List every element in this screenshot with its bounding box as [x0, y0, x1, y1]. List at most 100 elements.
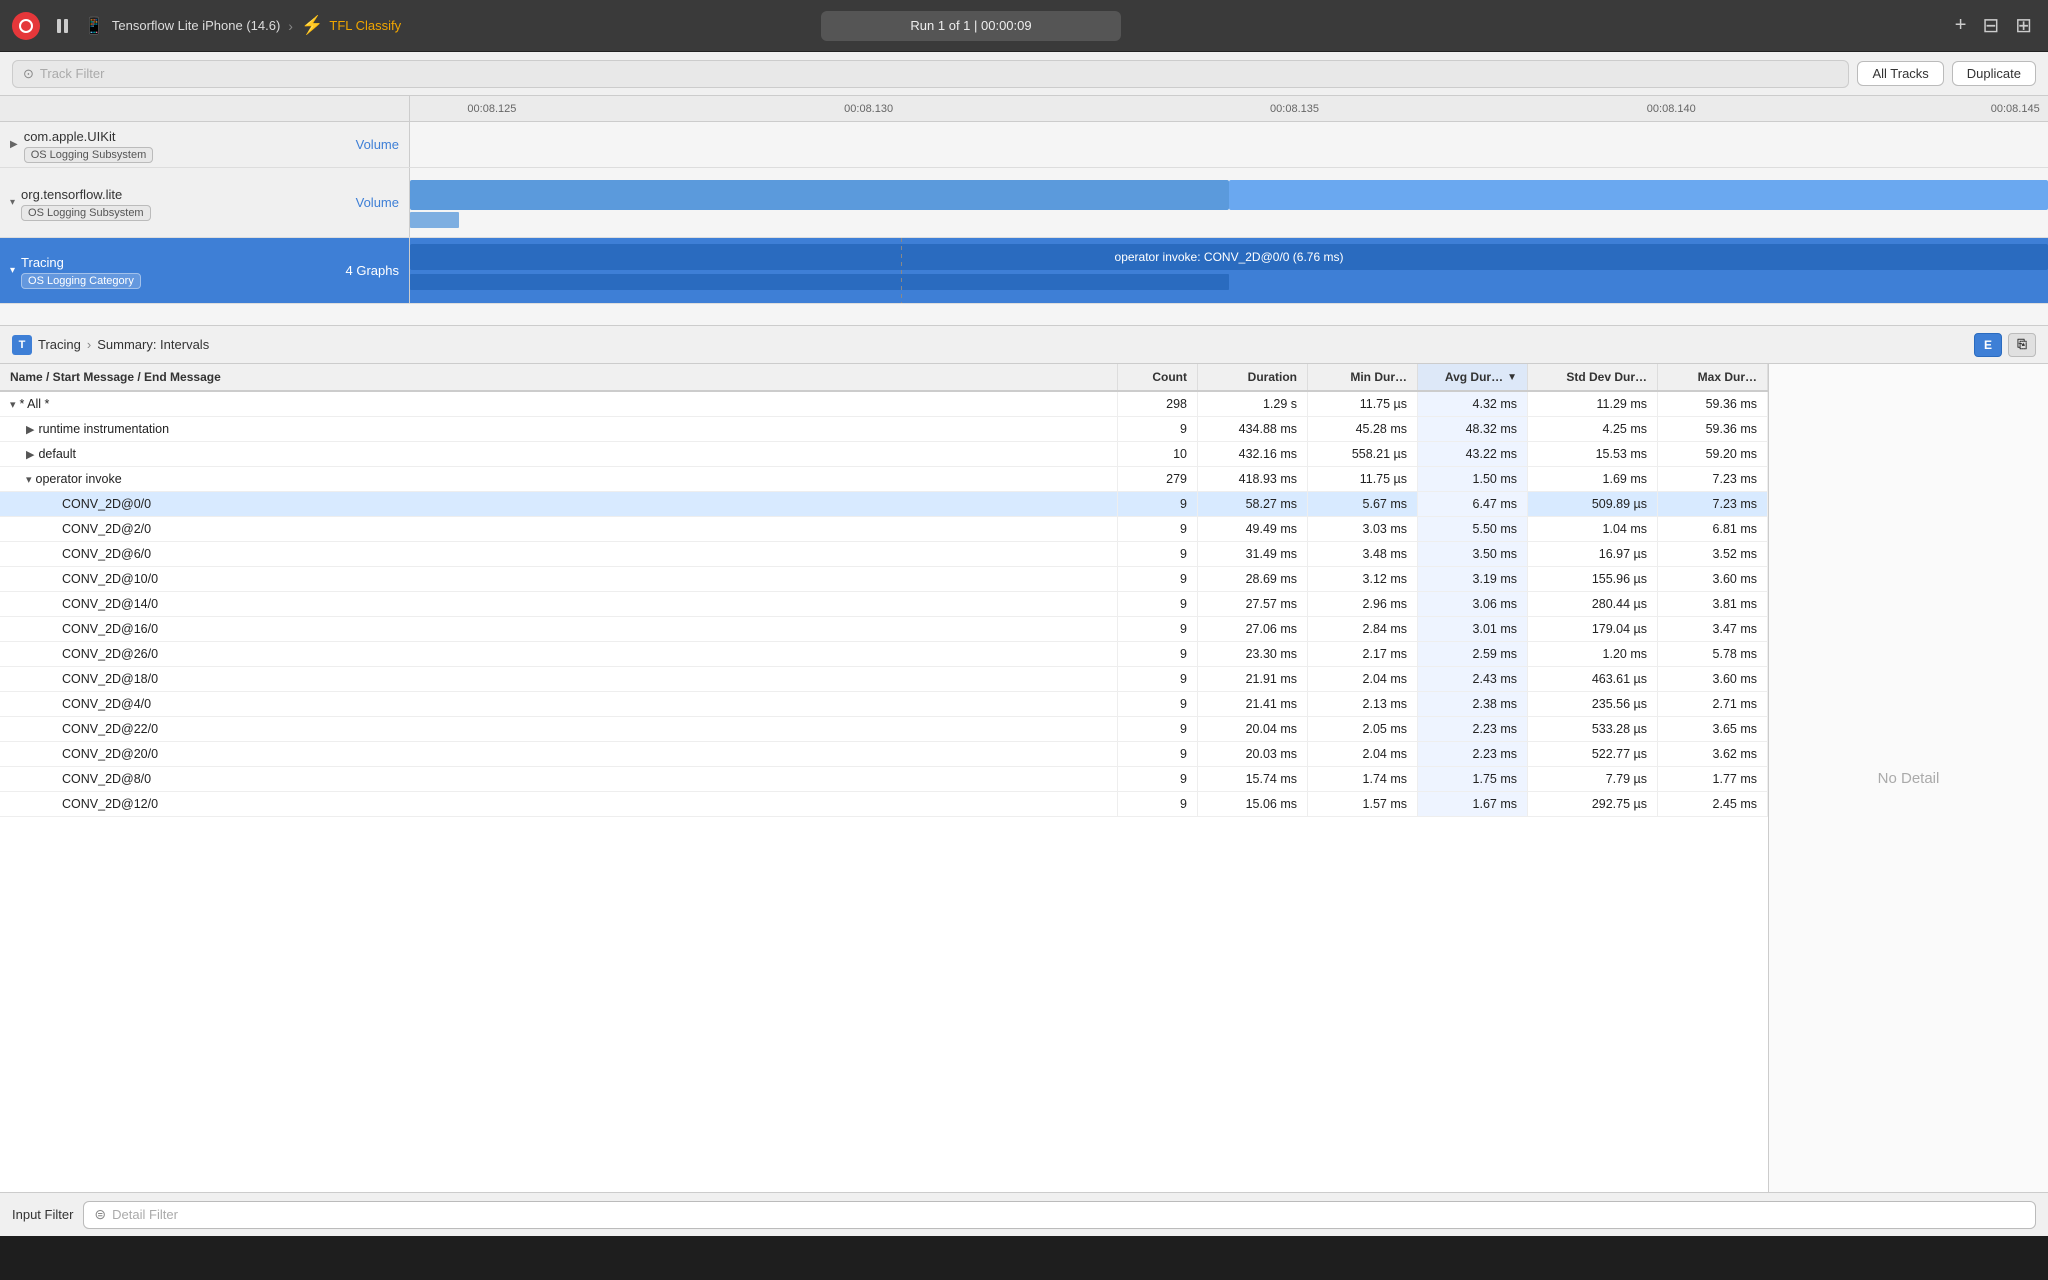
timeline-container: 00:08.125 00:08.130 00:08.135 00:08.140 …: [0, 96, 2048, 326]
td-maxdur: 2.71 ms: [1658, 692, 1768, 716]
table-row[interactable]: ▶ default 10 432.16 ms 558.21 µs 43.22 m…: [0, 442, 1768, 467]
row-name: CONV_2D@8/0: [62, 772, 151, 786]
th-mindur[interactable]: Min Dur…: [1308, 364, 1418, 390]
row-name: CONV_2D@4/0: [62, 697, 151, 711]
td-stddev: 7.79 µs: [1528, 767, 1658, 791]
th-avgdur[interactable]: Avg Dur… ▼: [1418, 364, 1528, 390]
td-duration: 23.30 ms: [1198, 642, 1308, 666]
tf-bar-2: [1229, 180, 2048, 210]
breadcrumb-sep: ›: [87, 337, 91, 352]
layout-button[interactable]: ⊟: [1978, 9, 2003, 42]
export-button[interactable]: E: [1974, 333, 2002, 357]
td-avgdur: 3.50 ms: [1418, 542, 1528, 566]
th-count[interactable]: Count: [1118, 364, 1198, 390]
uikit-chevron[interactable]: ▶: [10, 139, 18, 150]
td-count: 9: [1118, 617, 1198, 641]
th-maxdur[interactable]: Max Dur…: [1658, 364, 1768, 390]
td-maxdur: 7.23 ms: [1658, 492, 1768, 516]
td-name: CONV_2D@18/0: [0, 667, 1118, 691]
td-count: 9: [1118, 742, 1198, 766]
table-row[interactable]: CONV_2D@18/0 9 21.91 ms 2.04 ms 2.43 ms …: [0, 667, 1768, 692]
table-row[interactable]: CONV_2D@14/0 9 27.57 ms 2.96 ms 3.06 ms …: [0, 592, 1768, 617]
table-row[interactable]: CONV_2D@16/0 9 27.06 ms 2.84 ms 3.01 ms …: [0, 617, 1768, 642]
th-name[interactable]: Name / Start Message / End Message: [0, 364, 1118, 390]
td-avgdur: 2.38 ms: [1418, 692, 1528, 716]
title-bar-left: 📱 Tensorflow Lite iPhone (14.6) › ⚡ TFL …: [12, 12, 401, 40]
pause-button[interactable]: [48, 12, 76, 40]
pause-icon: [57, 19, 68, 33]
td-avgdur: 3.06 ms: [1418, 592, 1528, 616]
table-row[interactable]: CONV_2D@6/0 9 31.49 ms 3.48 ms 3.50 ms 1…: [0, 542, 1768, 567]
table-row[interactable]: CONV_2D@20/0 9 20.03 ms 2.04 ms 2.23 ms …: [0, 742, 1768, 767]
td-maxdur: 3.52 ms: [1658, 542, 1768, 566]
td-mindur: 3.03 ms: [1308, 517, 1418, 541]
table-row[interactable]: CONV_2D@4/0 9 21.41 ms 2.13 ms 2.38 ms 2…: [0, 692, 1768, 717]
tracing-name: Tracing: [21, 255, 141, 270]
add-button[interactable]: +: [1951, 10, 1971, 41]
td-maxdur: 3.60 ms: [1658, 567, 1768, 591]
table-row[interactable]: CONV_2D@2/0 9 49.49 ms 3.03 ms 5.50 ms 1…: [0, 517, 1768, 542]
track-tracing-label[interactable]: ▾ Tracing OS Logging Category 4 Graphs: [0, 238, 410, 303]
duplicate-button[interactable]: Duplicate: [1952, 61, 2036, 86]
td-count: 9: [1118, 767, 1198, 791]
record-button[interactable]: [12, 12, 40, 40]
tracing-bar-main: [410, 244, 2048, 270]
track-filter-input[interactable]: ⊙ Track Filter: [12, 60, 1849, 88]
td-mindur: 2.13 ms: [1308, 692, 1418, 716]
td-duration: 21.41 ms: [1198, 692, 1308, 716]
td-mindur: 1.74 ms: [1308, 767, 1418, 791]
table-row[interactable]: CONV_2D@12/0 9 15.06 ms 1.57 ms 1.67 ms …: [0, 792, 1768, 817]
table-row[interactable]: CONV_2D@0/0 9 58.27 ms 5.67 ms 6.47 ms 5…: [0, 492, 1768, 517]
row-toggle[interactable]: ▶: [26, 423, 34, 436]
detail-filter-input[interactable]: ⊜ Detail Filter: [83, 1201, 2036, 1229]
td-count: 9: [1118, 567, 1198, 591]
td-duration: 31.49 ms: [1198, 542, 1308, 566]
table-row[interactable]: CONV_2D@22/0 9 20.04 ms 2.05 ms 2.23 ms …: [0, 717, 1768, 742]
doc-button[interactable]: ⎘: [2008, 333, 2036, 357]
run-info: Run 1 of 1 | 00:00:09: [821, 11, 1121, 41]
td-duration: 27.57 ms: [1198, 592, 1308, 616]
tf-chevron[interactable]: ▾: [10, 197, 15, 208]
td-count: 9: [1118, 667, 1198, 691]
td-stddev: 522.77 µs: [1528, 742, 1658, 766]
tf-track-content: [410, 168, 2048, 237]
td-avgdur: 3.01 ms: [1418, 617, 1528, 641]
td-mindur: 2.04 ms: [1308, 667, 1418, 691]
tracing-bar-bottom: [410, 274, 1229, 290]
row-name: CONV_2D@6/0: [62, 547, 151, 561]
tracing-chevron[interactable]: ▾: [10, 265, 15, 276]
td-count: 9: [1118, 592, 1198, 616]
table-row[interactable]: CONV_2D@8/0 9 15.74 ms 1.74 ms 1.75 ms 7…: [0, 767, 1768, 792]
row-toggle[interactable]: ▾: [26, 473, 32, 486]
tf-volume[interactable]: Volume: [356, 195, 399, 210]
panel-button[interactable]: ⊞: [2011, 9, 2036, 42]
track-uikit-label[interactable]: ▶ com.apple.UIKit OS Logging Subsystem V…: [0, 122, 410, 167]
ruler-tick-1: 00:08.125: [467, 103, 516, 115]
no-detail-label: No Detail: [1878, 770, 1940, 787]
title-bar-right: + ⊟ ⊞: [1951, 9, 2036, 42]
table-row[interactable]: ▾ operator invoke 279 418.93 ms 11.75 µs…: [0, 467, 1768, 492]
table-row[interactable]: CONV_2D@26/0 9 23.30 ms 2.17 ms 2.59 ms …: [0, 642, 1768, 667]
td-avgdur: 3.19 ms: [1418, 567, 1528, 591]
td-stddev: 16.97 µs: [1528, 542, 1658, 566]
td-mindur: 2.04 ms: [1308, 742, 1418, 766]
uikit-volume[interactable]: Volume: [356, 137, 399, 152]
breadcrumb-actions: E ⎘: [1974, 333, 2036, 357]
breadcrumb-parent[interactable]: Tracing: [38, 337, 81, 352]
row-toggle[interactable]: ▾: [10, 398, 16, 411]
track-tensorflow-label[interactable]: ▾ org.tensorflow.lite OS Logging Subsyst…: [0, 168, 410, 237]
row-name: CONV_2D@16/0: [62, 622, 158, 636]
td-name: ▶ default: [0, 442, 1118, 466]
table-row[interactable]: CONV_2D@10/0 9 28.69 ms 3.12 ms 3.19 ms …: [0, 567, 1768, 592]
td-maxdur: 7.23 ms: [1658, 467, 1768, 491]
table-row[interactable]: ▶ runtime instrumentation 9 434.88 ms 45…: [0, 417, 1768, 442]
tracing-track-content: operator invoke: CONV_2D@0/0 (6.76 ms): [410, 238, 2048, 303]
th-duration[interactable]: Duration: [1198, 364, 1308, 390]
td-name: CONV_2D@4/0: [0, 692, 1118, 716]
row-toggle[interactable]: ▶: [26, 448, 34, 461]
td-duration: 27.06 ms: [1198, 617, 1308, 641]
all-tracks-button[interactable]: All Tracks: [1857, 61, 1943, 86]
th-stddev[interactable]: Std Dev Dur…: [1528, 364, 1658, 390]
td-stddev: 235.56 µs: [1528, 692, 1658, 716]
table-row[interactable]: ▾ * All * 298 1.29 s 11.75 µs 4.32 ms 11…: [0, 392, 1768, 417]
